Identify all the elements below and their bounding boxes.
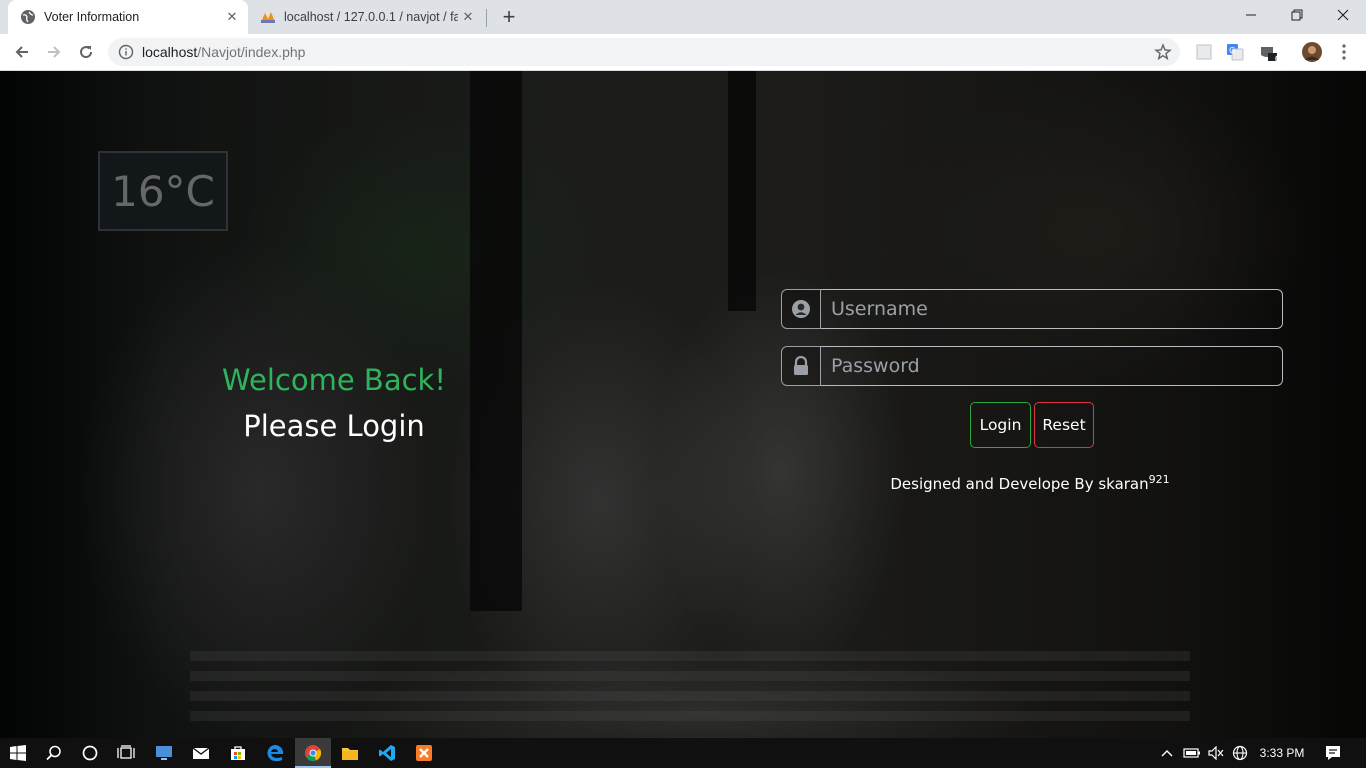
credit-label: Designed and Develope By skaran [890,475,1149,493]
tab-phpmyadmin[interactable]: localhost / 127.0.0.1 / navjot / far ✕ [252,0,484,34]
task-view-icon[interactable] [108,738,144,768]
taskbar-clock[interactable]: 3:33 PM [1256,738,1308,768]
url-path: /Navjot/index.php [197,44,306,60]
forward-button[interactable] [40,38,68,66]
show-hidden-icons-icon[interactable] [1158,738,1176,768]
url-host: localhost [142,44,198,60]
new-tab-button[interactable]: + [498,4,520,29]
globe-icon [20,9,36,25]
reload-icon [80,46,93,59]
tab-title: localhost / 127.0.0.1 / navjot / far [284,10,458,24]
background-overlay [0,71,1366,738]
extension-icon[interactable] [1194,42,1214,62]
forward-arrow-icon [48,46,61,58]
volume-muted-icon[interactable] [1206,738,1226,768]
info-icon[interactable] [118,44,134,60]
start-icon[interactable] [0,738,36,768]
remote-desktop-icon[interactable] [146,738,182,768]
login-button[interactable]: Login [970,402,1031,448]
cortana-icon[interactable] [72,738,108,768]
welcome-heading: Welcome Back! [222,363,446,397]
credit-text: Designed and Develope By skaran921 [860,473,1200,493]
reload-button[interactable] [72,38,100,66]
password-input[interactable] [821,346,1283,386]
battery-icon[interactable] [1182,738,1202,768]
profile-avatar[interactable] [1302,42,1322,62]
back-arrow-icon [15,46,28,58]
user-icon [781,289,821,329]
mail-icon[interactable] [183,738,219,768]
tab-title: Voter Information [44,10,140,24]
translate-icon[interactable]: G [1225,42,1245,62]
file-explorer-icon[interactable] [332,738,368,768]
menu-kebab-icon[interactable] [1334,42,1354,62]
username-field-group [781,289,1283,329]
minimize-button[interactable] [1228,0,1274,30]
svg-text:G: G [1229,46,1235,55]
chrome-icon[interactable] [295,738,331,768]
credit-superscript: 921 [1148,473,1170,486]
bookmark-star-icon[interactable] [1154,43,1172,61]
back-button[interactable] [8,38,36,66]
password-field-group [781,346,1283,386]
store-icon[interactable] [220,738,256,768]
extension-badge: 0 [1274,54,1280,64]
lock-icon [781,346,821,386]
reset-button[interactable]: Reset [1034,402,1094,448]
xampp-icon[interactable] [406,738,442,768]
vscode-icon[interactable] [369,738,405,768]
username-input[interactable] [821,289,1283,329]
please-login-heading: Please Login [243,409,425,443]
network-globe-icon[interactable] [1230,738,1250,768]
search-icon[interactable] [36,738,72,768]
login-page: 16°C Welcome Back! Please Login Login Re… [0,71,1366,738]
close-tab-icon[interactable]: ✕ [222,7,242,27]
windows-taskbar: 3:33 PM [0,738,1366,768]
tab-separator [486,9,487,27]
close-tab-icon[interactable]: ✕ [458,7,478,27]
address-bar[interactable]: localhost/Navjot/index.php [108,38,1180,66]
browser-tab-bar: Voter Information ✕ localhost / 127.0.0.… [0,0,1366,34]
tab-voter-information[interactable]: Voter Information ✕ [8,0,248,34]
notifications-icon[interactable] [1318,738,1348,768]
close-window-button[interactable] [1320,0,1366,30]
shield-extension-icon[interactable]: 0 [1258,42,1280,64]
phpmyadmin-icon [260,9,276,25]
browser-toolbar: localhost/Navjot/index.php G 0 [0,34,1366,71]
restore-button[interactable] [1274,0,1320,30]
edge-icon[interactable] [257,738,293,768]
